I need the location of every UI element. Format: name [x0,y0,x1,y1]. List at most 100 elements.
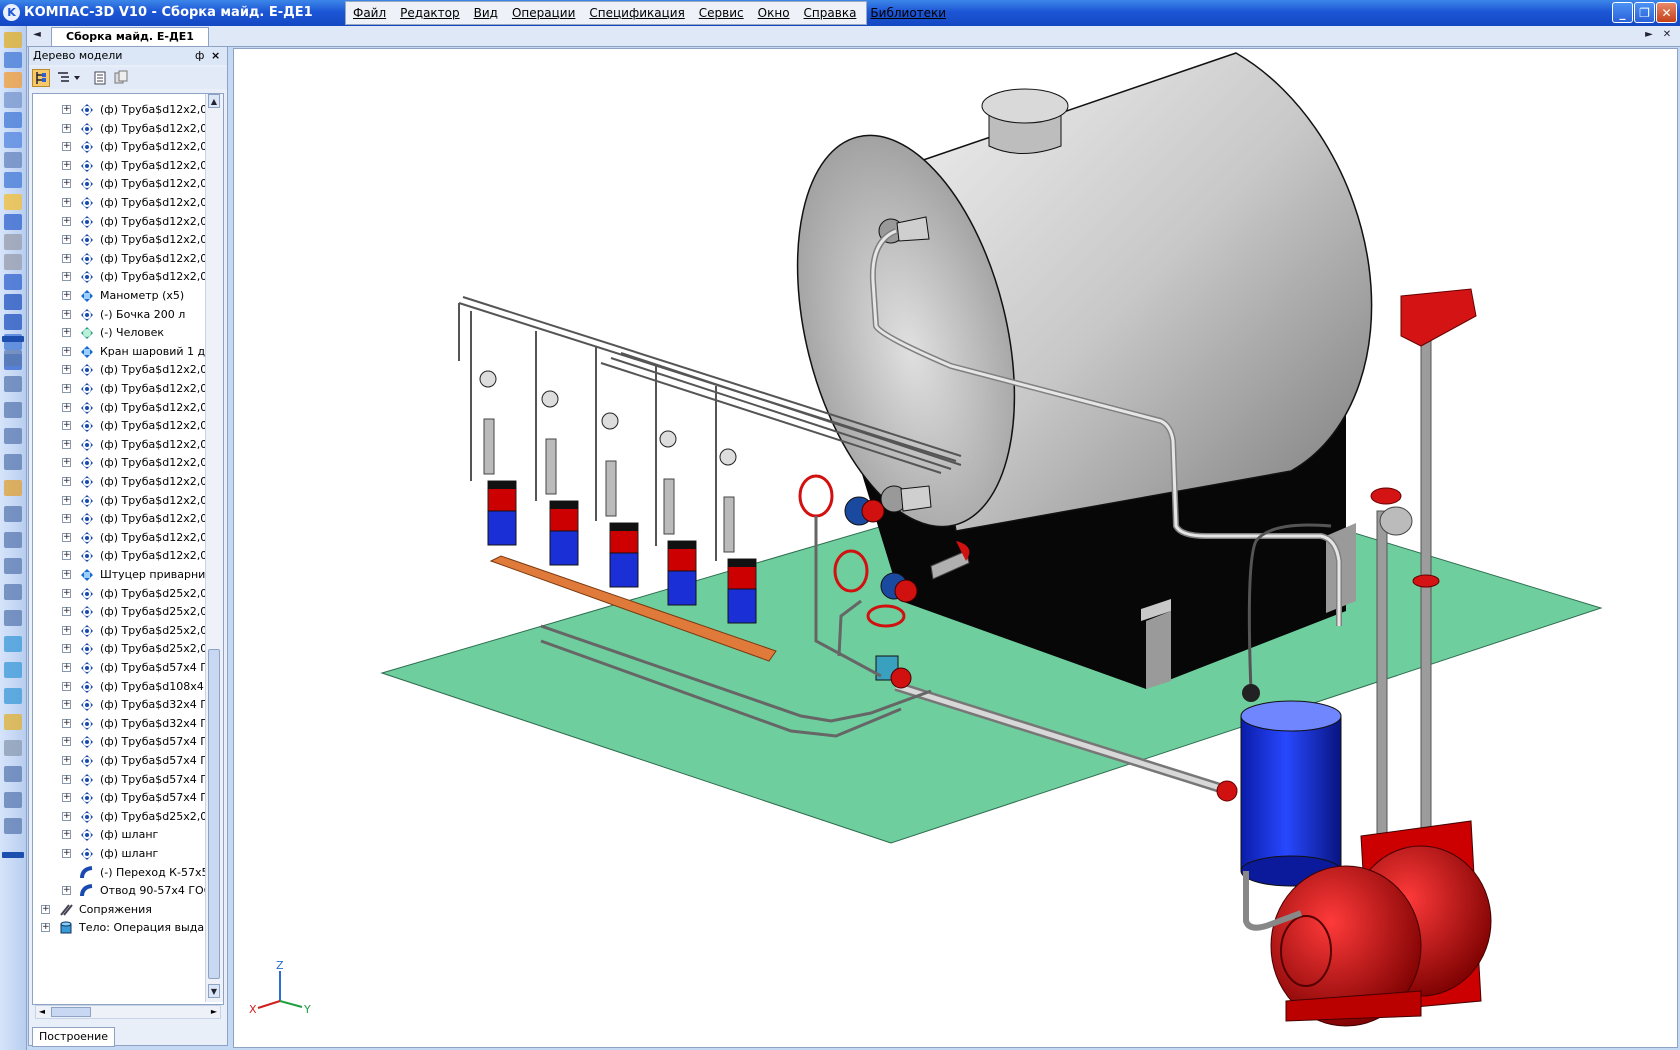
expand-icon[interactable]: + [62,756,71,765]
menu-item-8[interactable]: Справка [797,6,864,20]
tree-filter-icon[interactable] [112,69,130,87]
expand-icon[interactable]: + [62,291,71,300]
tree-item[interactable]: + (ф) Труба$d12x2,0 [33,100,208,120]
view-tool-5-icon[interactable] [4,454,22,470]
tree-properties-icon[interactable] [91,69,109,87]
tree-item[interactable]: + (ф) Труба$d12x2,0 [33,379,208,399]
expand-icon[interactable]: + [62,235,71,245]
tree-item[interactable]: + (ф) Труба$d12x2,0 [33,453,208,473]
tree-vertical-scrollbar[interactable]: ▲ ▼ [205,94,223,1002]
3d-viewport[interactable]: Z X Y [233,48,1678,1048]
expand-icon[interactable]: + [62,253,71,263]
tool-9-icon[interactable] [4,194,22,210]
tree-view-mode-dropdown[interactable] [55,69,83,87]
tool-10-icon[interactable] [4,214,22,230]
expand-icon[interactable]: + [62,514,71,524]
tree-item[interactable]: + (ф) Труба$d12x2,0 [33,119,208,139]
tree-item[interactable]: + (ф) Труба$d32x4 ГО [33,695,216,715]
view-tool-7-icon[interactable] [4,506,22,522]
expand-icon[interactable]: + [62,886,71,896]
tree-item[interactable]: + (ф) Труба$d12x2,0 [33,212,208,232]
tool-2-icon[interactable] [4,52,22,68]
tree-item[interactable]: + (ф) Труба$d57x4 ГО [33,751,216,771]
tree-item[interactable]: + (ф) Труба$d108x4 Г [33,677,214,697]
expand-icon[interactable]: + [62,607,71,617]
tree-item[interactable]: (-) Переход К-57x5 [33,863,208,883]
expand-icon[interactable]: + [62,439,71,449]
tree-item[interactable]: + (-) Бочка 200 л [33,305,208,325]
tool-8-icon[interactable] [4,172,22,188]
tree-item[interactable]: + (ф) Труба$d57x4 ГО [33,732,216,752]
view-tool-6-icon[interactable] [4,480,22,496]
scroll-thumb[interactable] [208,649,220,979]
view-tool-8-icon[interactable] [4,532,22,548]
expand-icon[interactable]: + [62,272,71,282]
tree-item[interactable]: + (ф) шланг [33,844,208,864]
assembly-model-scene[interactable]: Z X Y [234,49,1678,1048]
expand-icon[interactable]: + [62,551,71,561]
expand-icon[interactable]: + [62,830,71,840]
expand-icon[interactable]: + [62,570,71,579]
tree-item[interactable]: + (ф) Труба$d12x2,0 [33,137,208,157]
tree-item[interactable]: + (ф) Труба$d12x2,0 [33,472,208,492]
tree-item[interactable]: + (ф) Труба$d12x2,0 [33,509,208,529]
expand-icon[interactable]: + [62,216,71,226]
menu-item-7[interactable]: Окно [751,6,797,20]
tree-item[interactable]: + (ф) Труба$d12x2,0 [33,528,208,548]
tool-12-icon[interactable] [4,254,22,270]
view-tool-3-icon[interactable] [4,402,22,418]
tree-item[interactable]: + Штуцер приварний [33,565,212,585]
expand-icon[interactable]: + [62,663,71,672]
expand-icon[interactable]: + [62,402,71,412]
tree-item[interactable]: + (ф) Труба$d25x2,0 [33,584,208,604]
expand-icon[interactable]: + [62,644,71,654]
expand-icon[interactable]: + [62,849,71,858]
tab-scroll-right-icon[interactable]: ► [1642,28,1656,42]
view-tool-17-icon[interactable] [4,766,22,782]
tree-root-item[interactable]: + Сопряжения [33,900,208,920]
expand-icon[interactable]: + [62,179,71,189]
expand-icon[interactable]: + [62,160,71,170]
expand-icon[interactable]: + [62,718,71,728]
tree-structure-icon[interactable] [32,69,50,87]
tool-11-icon[interactable] [4,234,22,250]
view-tool-1-icon[interactable] [4,350,22,366]
view-tool-16-icon[interactable] [4,740,22,756]
tree-item[interactable]: + (ф) Труба$d12x2,0 [33,174,208,194]
expand-icon[interactable]: + [62,384,71,393]
menu-item-9[interactable]: Библиотеки [863,6,953,20]
tool-15-icon[interactable] [4,314,22,330]
tree-item[interactable]: + (ф) Труба$d12x2,0 [33,267,208,287]
expand-icon[interactable]: + [41,904,50,914]
tool-14-icon[interactable] [4,294,22,310]
tree-horizontal-scrollbar[interactable]: ◄ ► [35,1005,221,1019]
tab-construction[interactable]: Построение [32,1027,116,1047]
expand-icon[interactable]: + [62,811,71,821]
restore-button[interactable]: ❐ [1634,2,1655,23]
tree-item[interactable]: + (ф) Труба$d57x4 ГОС [33,658,223,678]
menu-item-4[interactable]: Операции [505,6,582,20]
close-window-button[interactable]: ✕ [1656,2,1677,23]
panel-close-icon[interactable]: × [211,47,220,65]
expand-icon[interactable]: + [62,458,71,468]
tree-item[interactable]: + (ф) Труба$d57x4 ГО [33,770,216,790]
expand-icon[interactable]: + [62,532,71,542]
view-tool-2-icon[interactable] [4,376,22,392]
tab-document[interactable]: Сборка майд. Е-ДЕ1 [51,27,209,46]
menu-item-2[interactable]: Редактор [393,6,466,20]
tree-item[interactable]: + (ф) Труба$d12x2,0 [33,360,208,380]
tab-close-icon[interactable]: ✕ [1660,28,1674,42]
expand-icon[interactable]: + [41,923,50,933]
view-tool-11-icon[interactable] [4,610,22,626]
tool-5-icon[interactable] [4,112,22,128]
tool-3-icon[interactable] [4,72,22,88]
view-tool-10-icon[interactable] [4,584,22,600]
view-tool-4-icon[interactable] [4,428,22,444]
expand-icon[interactable]: + [62,681,71,691]
menu-item-3[interactable]: Вид [467,6,505,20]
tree-item[interactable]: + (ф) шланг [33,825,208,845]
tree-item[interactable]: + (ф) Труба$d25x2,0 [33,621,208,641]
expand-icon[interactable]: + [62,793,71,803]
tree-item[interactable]: + (ф) Труба$d12x2,0 [33,416,208,436]
tree-item[interactable]: + (ф) Труба$d57x4 ГО [33,788,216,808]
